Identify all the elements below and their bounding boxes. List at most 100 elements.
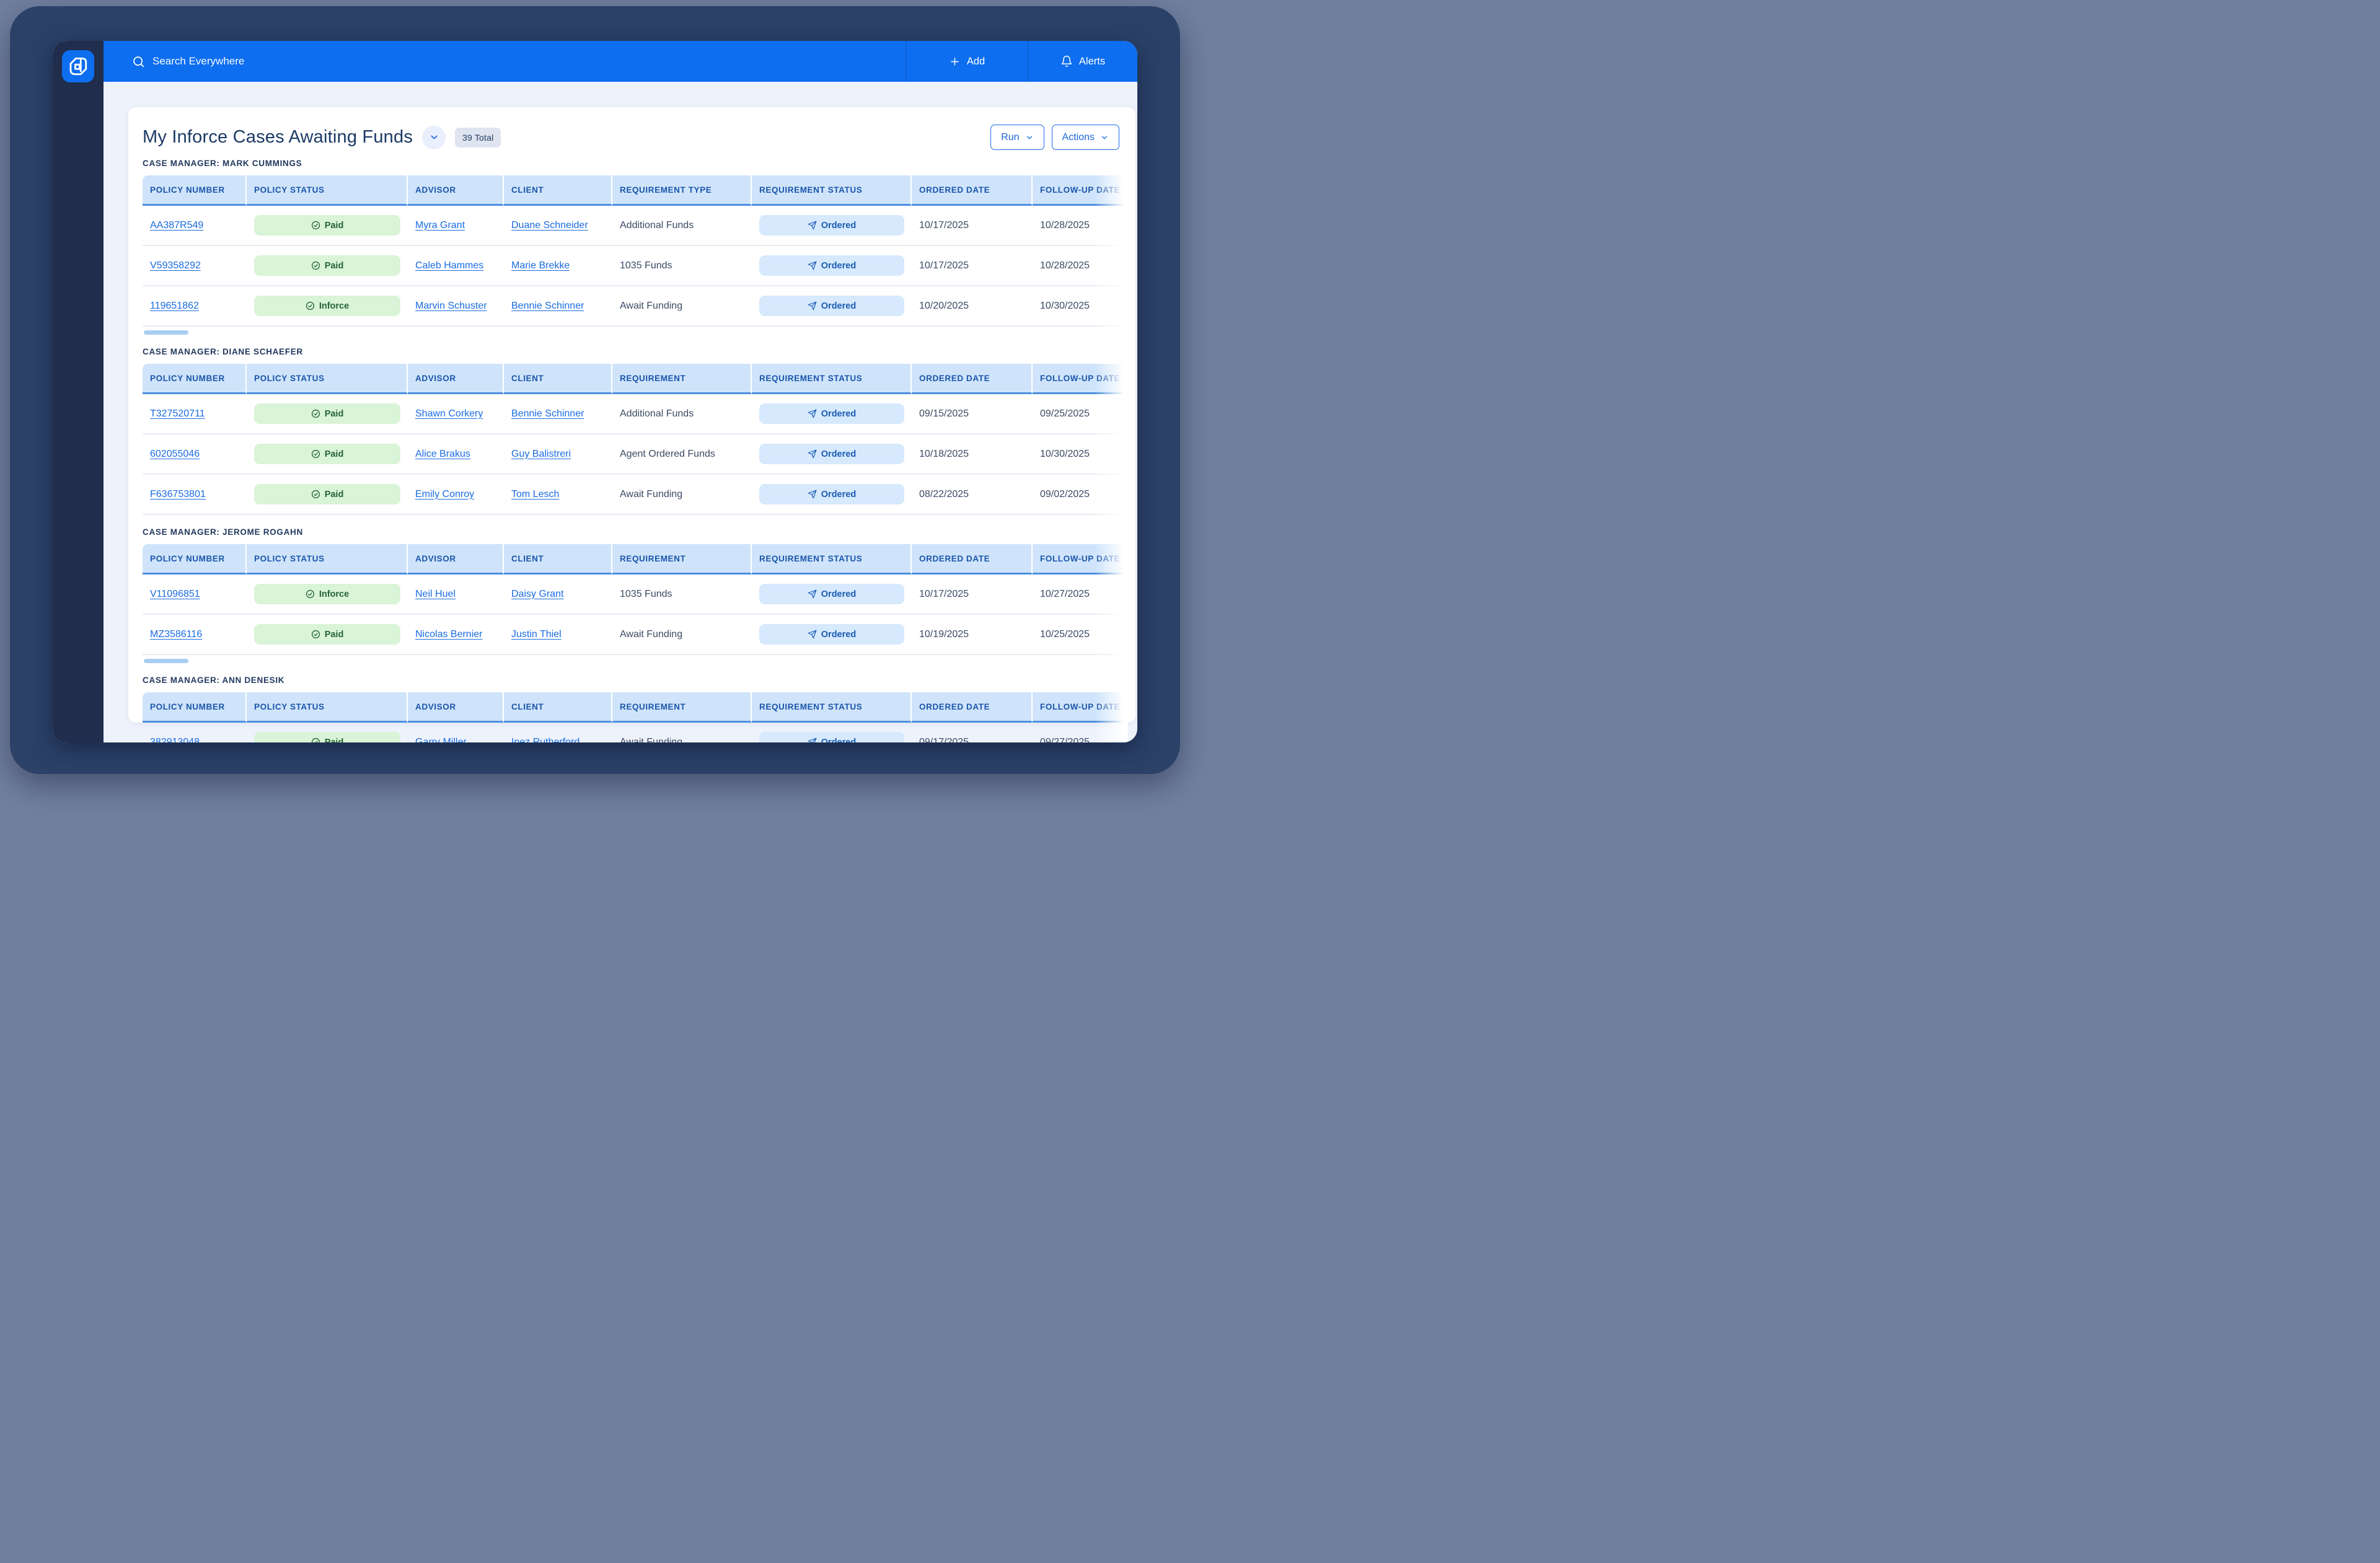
- check-circle-icon: [311, 630, 320, 639]
- send-icon: [808, 409, 817, 418]
- column-header[interactable]: ADVISOR: [408, 544, 504, 575]
- advisor-link[interactable]: Marvin Schuster: [415, 301, 487, 311]
- advisor-link[interactable]: Shawn Corkery: [415, 408, 483, 419]
- check-circle-icon: [306, 301, 315, 310]
- ordered-date: 10/19/2025: [919, 628, 969, 640]
- column-header[interactable]: REQUIREMENT: [612, 364, 752, 394]
- check-circle-icon: [311, 737, 320, 742]
- main-column: Add Alerts My Inforce Cases Awaiting Fun…: [104, 41, 1137, 742]
- policy-number-link[interactable]: V11096851: [150, 589, 200, 599]
- client-link[interactable]: Tom Lesch: [511, 489, 559, 500]
- policy-number-link[interactable]: V59358292: [150, 260, 201, 271]
- column-header[interactable]: ORDERED DATE: [912, 364, 1033, 394]
- case-manager-section: CASE MANAGER: ANN DENESIK POLICY NUMBER P…: [143, 676, 1128, 742]
- column-header[interactable]: ADVISOR: [408, 175, 504, 206]
- column-header[interactable]: FOLLOW-UP DATE: [1033, 175, 1128, 206]
- column-header[interactable]: REQUIREMENT STATUS: [752, 544, 912, 575]
- search-input[interactable]: [152, 55, 413, 68]
- table-row: 602055046 Paid Alice Brakus Guy Balistre…: [143, 434, 1128, 475]
- advisor-link[interactable]: Nicolas Bernier: [415, 629, 482, 640]
- column-header[interactable]: ADVISOR: [408, 364, 504, 394]
- policy-number-link[interactable]: F636753801: [150, 489, 206, 500]
- cases-table-wrapper: POLICY NUMBER POLICY STATUS ADVISOR CLIENT R…: [143, 544, 1128, 655]
- policy-number-link[interactable]: 602055046: [150, 449, 200, 459]
- column-header[interactable]: ADVISOR: [408, 692, 504, 723]
- content-area: My Inforce Cases Awaiting Funds 39 Total…: [104, 82, 1137, 742]
- column-header[interactable]: POLICY STATUS: [247, 364, 408, 394]
- advisor-link[interactable]: Emily Conroy: [415, 489, 474, 500]
- section-label: CASE MANAGER: ANN DENESIK: [143, 676, 285, 685]
- column-header[interactable]: REQUIREMENT STATUS: [752, 692, 912, 723]
- ordered-date: 10/17/2025: [919, 260, 969, 271]
- column-header[interactable]: CLIENT: [504, 544, 612, 575]
- column-header[interactable]: REQUIREMENT TYPE: [612, 175, 752, 206]
- column-header[interactable]: POLICY STATUS: [247, 175, 408, 206]
- table-horizontal-scrollbar[interactable]: [144, 330, 188, 335]
- policy-number-link[interactable]: 382913048: [150, 737, 200, 743]
- column-header[interactable]: POLICY STATUS: [247, 544, 408, 575]
- column-header[interactable]: REQUIREMENT STATUS: [752, 175, 912, 206]
- client-link[interactable]: Marie Brekke: [511, 260, 570, 271]
- policy-number-link[interactable]: T327520711: [150, 408, 205, 419]
- requirement-cell-text: Await Funding: [620, 736, 683, 743]
- run-button[interactable]: Run: [990, 125, 1044, 150]
- policy-status-label: Paid: [324, 220, 344, 231]
- policy-number-link[interactable]: MZ3586116: [150, 629, 202, 640]
- follow-up-date: 09/02/2025: [1040, 488, 1090, 500]
- advisor-link[interactable]: Neil Huel: [415, 589, 456, 599]
- column-header[interactable]: ORDERED DATE: [912, 175, 1033, 206]
- policy-status-label: Paid: [324, 489, 344, 500]
- send-icon: [808, 261, 817, 270]
- report-actions: Run Actions: [990, 125, 1128, 150]
- sections: CASE MANAGER: MARK CUMMINGS POLICY NUMBE…: [143, 159, 1128, 742]
- client-link[interactable]: Duane Schneider: [511, 220, 588, 231]
- requirement-status-badge: Ordered: [759, 624, 904, 645]
- column-header[interactable]: POLICY NUMBER: [143, 364, 247, 394]
- report-collapse-button[interactable]: [422, 125, 446, 149]
- client-link[interactable]: Daisy Grant: [511, 589, 563, 599]
- advisor-link[interactable]: Myra Grant: [415, 220, 465, 231]
- add-button[interactable]: Add: [906, 41, 1028, 82]
- client-link[interactable]: Bennie Schinner: [511, 301, 584, 311]
- client-link[interactable]: Bennie Schinner: [511, 408, 584, 419]
- client-link[interactable]: Inez Rutherford: [511, 737, 580, 743]
- column-header[interactable]: REQUIREMENT: [612, 544, 752, 575]
- requirement-status-badge: Ordered: [759, 403, 904, 424]
- column-header[interactable]: FOLLOW-UP DATE: [1033, 692, 1128, 723]
- policy-number-link[interactable]: AA387R549: [150, 220, 203, 231]
- follow-up-date: 09/25/2025: [1040, 408, 1090, 419]
- client-link[interactable]: Guy Balistreri: [511, 449, 571, 459]
- requirement-status-badge: Ordered: [759, 215, 904, 236]
- chevron-down-icon: [429, 132, 439, 143]
- cases-table-wrapper: POLICY NUMBER POLICY STATUS ADVISOR CLIENT R…: [143, 364, 1128, 515]
- ordered-date: 08/22/2025: [919, 488, 969, 500]
- send-icon: [808, 630, 817, 639]
- policy-number-link[interactable]: 119651862: [150, 301, 199, 311]
- policy-status-label: Inforce: [319, 301, 350, 311]
- column-header[interactable]: FOLLOW-UP DATE: [1033, 364, 1128, 394]
- advisor-link[interactable]: Alice Brakus: [415, 449, 470, 459]
- column-header[interactable]: REQUIREMENT: [612, 692, 752, 723]
- actions-button-label: Actions: [1062, 131, 1095, 143]
- column-header[interactable]: ORDERED DATE: [912, 692, 1033, 723]
- column-header[interactable]: CLIENT: [504, 175, 612, 206]
- column-header[interactable]: POLICY NUMBER: [143, 544, 247, 575]
- column-header[interactable]: FOLLOW-UP DATE: [1033, 544, 1128, 575]
- table-horizontal-scrollbar[interactable]: [144, 659, 188, 663]
- column-header[interactable]: ORDERED DATE: [912, 544, 1033, 575]
- alerts-button[interactable]: Alerts: [1028, 41, 1137, 82]
- column-header[interactable]: REQUIREMENT STATUS: [752, 364, 912, 394]
- advisor-link[interactable]: Garry Miller: [415, 737, 467, 743]
- actions-button[interactable]: Actions: [1051, 125, 1119, 150]
- column-header[interactable]: POLICY NUMBER: [143, 175, 247, 206]
- requirement-cell-text: 1035 Funds: [620, 588, 672, 599]
- client-link[interactable]: Justin Thiel: [511, 629, 562, 640]
- table-header-row: POLICY NUMBER POLICY STATUS ADVISOR CLIENT R…: [143, 692, 1128, 723]
- column-header[interactable]: POLICY STATUS: [247, 692, 408, 723]
- column-header[interactable]: POLICY NUMBER: [143, 692, 247, 723]
- column-header[interactable]: CLIENT: [504, 692, 612, 723]
- app-logo[interactable]: [62, 50, 94, 82]
- advisor-link[interactable]: Caleb Hammes: [415, 260, 483, 271]
- column-header[interactable]: CLIENT: [504, 364, 612, 394]
- cases-table-wrapper: POLICY NUMBER POLICY STATUS ADVISOR CLIENT R…: [143, 692, 1128, 742]
